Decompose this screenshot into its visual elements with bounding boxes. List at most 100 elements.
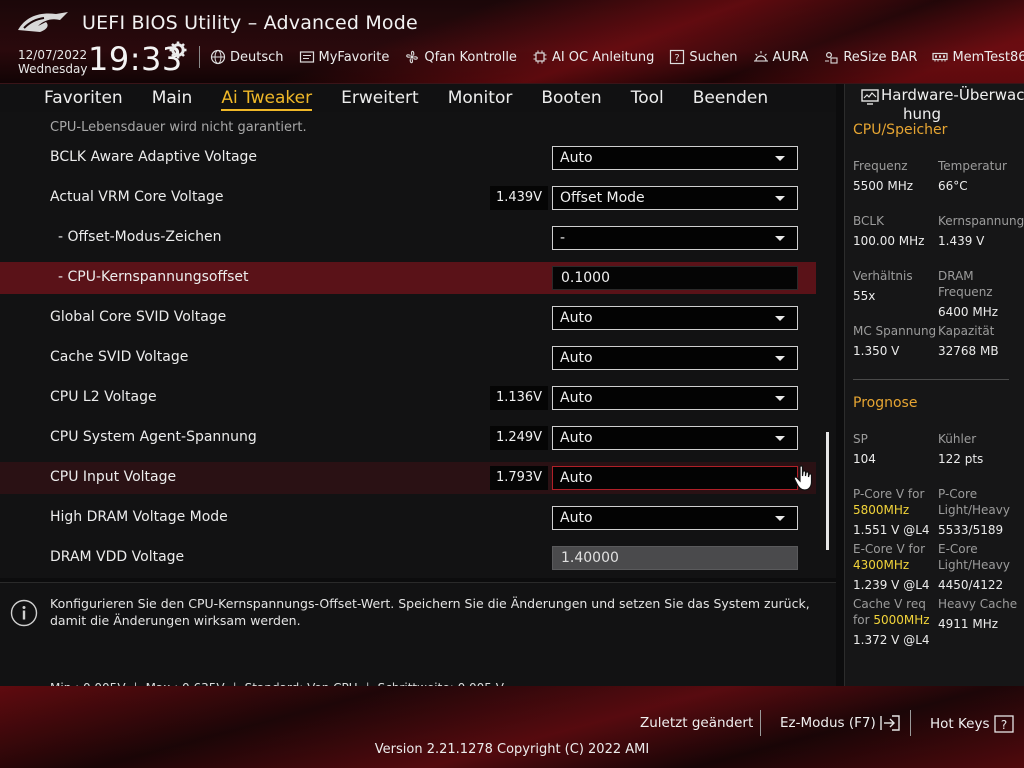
footer-separator xyxy=(760,710,761,736)
exit-arrow-icon xyxy=(880,715,900,731)
aura-icon xyxy=(753,51,768,62)
tab-monitor[interactable]: Monitor xyxy=(448,88,513,108)
tab-tool[interactable]: Tool xyxy=(631,88,664,108)
stat-value: 32768 MB xyxy=(938,344,999,358)
setting-label: Actual VRM Core Voltage xyxy=(50,189,224,205)
dropdown-cpu-l2-voltage[interactable]: Auto xyxy=(552,386,798,410)
stat-sp: SP 104 xyxy=(853,431,876,467)
setting-label: Cache SVID Voltage xyxy=(50,349,189,365)
dropdown-global-core-svid-voltage[interactable]: Auto xyxy=(552,306,798,330)
dropdown-value: Auto xyxy=(560,470,593,486)
tool-myfavorite[interactable]: MyFavorite xyxy=(299,49,389,65)
gear-icon[interactable] xyxy=(169,41,187,59)
tool-language-label: Deutsch xyxy=(230,49,284,65)
tab-erweitert[interactable]: Erweitert xyxy=(341,88,419,108)
dropdown-actual-vrm-core-voltage[interactable]: Offset Mode xyxy=(552,186,798,210)
stat-value: 6400 MHz xyxy=(938,305,999,319)
dropdown-cache-svid-voltage[interactable]: Auto xyxy=(552,346,798,370)
tab-booten[interactable]: Booten xyxy=(541,88,601,108)
setting-row-cpu-input-voltage[interactable]: CPU Input Voltage 1.793V Auto xyxy=(0,462,816,494)
stat-label: DRAM xyxy=(938,269,974,283)
setting-row-dram-vdd-voltage[interactable]: DRAM VDD Voltage 1.40000 xyxy=(0,542,816,574)
input-dram-vdd-voltage[interactable]: 1.40000 xyxy=(552,546,798,570)
stat-highlight-frequency: 4300MHz xyxy=(853,558,910,572)
svg-text:?: ? xyxy=(675,53,680,64)
dropdown-arrow-icon xyxy=(775,516,785,521)
help-description: Konfigurieren Sie den CPU-Kernspannungs-… xyxy=(50,596,810,628)
monitor-title-text: Hardware-Überwac hung xyxy=(881,86,1024,124)
tool-aura[interactable]: AURA xyxy=(753,49,808,65)
setting-label: CPU System Agent-Spannung xyxy=(50,429,257,445)
voltage-readout: 1.793V xyxy=(490,466,548,490)
stat-label: Light/Heavy xyxy=(938,503,1010,517)
ez-mode-button[interactable]: Ez-Modus (F7) xyxy=(780,715,900,731)
tool-memtest[interactable]: MemTest86 xyxy=(932,49,1024,65)
tool-ai-oc[interactable]: AI OC Anleitung xyxy=(532,49,654,65)
stat-label: Frequenz xyxy=(938,285,993,299)
setting-row-actual-vrm-core-voltage[interactable]: Actual VRM Core Voltage 1.439V Offset Mo… xyxy=(0,182,816,214)
setting-row-offset-mode-sign[interactable]: - Offset-Modus-Zeichen - xyxy=(0,222,816,254)
dropdown-bclk-aware-adaptive-voltage[interactable]: Auto xyxy=(552,146,798,170)
dropdown-cpu-input-voltage[interactable]: Auto xyxy=(552,466,798,490)
setting-row-bclk-aware-adaptive-voltage[interactable]: BCLK Aware Adaptive Voltage Auto xyxy=(0,142,816,174)
stat-mc-voltage: MC Spannung 1.350 V xyxy=(853,323,936,359)
tab-ai-tweaker[interactable]: Ai Tweaker xyxy=(221,88,312,111)
settings-list: CPU-Lebensdauer wird nicht garantiert. B… xyxy=(0,112,836,578)
setting-label: BCLK Aware Adaptive Voltage xyxy=(50,149,258,165)
setting-row-cpu-system-agent-voltage[interactable]: CPU System Agent-Spannung 1.249V Auto xyxy=(0,422,816,454)
dropdown-value: Auto xyxy=(560,150,593,166)
setting-row-global-core-svid-voltage[interactable]: Global Core SVID Voltage Auto xyxy=(0,302,816,334)
footer-separator xyxy=(910,710,911,736)
tool-resize-bar[interactable]: ReSize BAR xyxy=(823,49,917,65)
stat-value: 5533/5189 xyxy=(938,523,1004,537)
setting-row-high-dram-voltage-mode[interactable]: High DRAM Voltage Mode Auto xyxy=(0,502,816,534)
setting-row-cache-svid-voltage[interactable]: Cache SVID Voltage Auto xyxy=(0,342,816,374)
favorite-icon xyxy=(299,51,314,63)
stat-value: 100.00 MHz xyxy=(853,234,925,248)
stat-cache-voltage: Cache V req for 5000MHz 1.372 V @L4 xyxy=(853,596,930,648)
svg-text:?: ? xyxy=(1000,718,1006,732)
dropdown-offset-mode-sign[interactable]: - xyxy=(552,226,798,250)
stat-label: Kapazität xyxy=(938,324,995,338)
stat-label: SP xyxy=(853,432,868,446)
tool-ai-oc-label: AI OC Anleitung xyxy=(551,49,655,65)
date-block: 12/07/2022 Wednesday xyxy=(18,48,87,76)
setting-label: - CPU-Kernspannungsoffset xyxy=(58,269,249,285)
tool-search[interactable]: ? Suchen xyxy=(669,49,738,65)
app-title: UEFI BIOS Utility – Advanced Mode xyxy=(82,12,418,34)
tool-qfan[interactable]: Qfan Kontrolle xyxy=(404,49,517,65)
dropdown-arrow-icon xyxy=(775,236,785,241)
setting-label: - Offset-Modus-Zeichen xyxy=(58,229,222,245)
tab-favoriten[interactable]: Favoriten xyxy=(44,88,123,108)
content-scrollbar[interactable] xyxy=(826,432,829,550)
date-text: 12/07/2022 xyxy=(18,48,88,62)
stat-label: MC Spannung xyxy=(853,324,937,338)
help-search-icon: ? xyxy=(670,49,685,65)
tab-main[interactable]: Main xyxy=(152,88,193,108)
tab-beenden[interactable]: Beenden xyxy=(693,88,768,108)
tool-language[interactable]: Deutsch xyxy=(210,49,284,65)
tool-resize-bar-label: ReSize BAR xyxy=(843,49,918,65)
stat-ecore-light-heavy: E-Core Light/Heavy 4450/4122 xyxy=(938,541,1010,593)
stat-value: 1.439 V xyxy=(938,234,985,248)
info-icon xyxy=(10,599,38,627)
dropdown-high-dram-voltage-mode[interactable]: Auto xyxy=(552,506,798,530)
input-cpu-core-voltage-offset[interactable]: 0.1000 xyxy=(552,266,798,290)
dropdown-arrow-icon xyxy=(775,196,785,201)
setting-row-cpu-l2-voltage[interactable]: CPU L2 Voltage 1.136V Auto xyxy=(0,382,816,414)
setting-row-cpu-core-voltage-offset[interactable]: - CPU-Kernspannungsoffset 0.1000 xyxy=(0,262,816,294)
last-changed-button[interactable]: Zuletzt geändert xyxy=(640,715,753,731)
dropdown-cpu-system-agent-voltage[interactable]: Auto xyxy=(552,426,798,450)
dropdown-arrow-icon xyxy=(775,316,785,321)
stat-label-line: for 5000MHz xyxy=(853,612,930,628)
monitor-title-line1: Hardware-Überwac xyxy=(881,86,1024,104)
stat-value: 1.372 V @L4 xyxy=(853,633,930,647)
hot-keys-button[interactable]: Hot Keys ? xyxy=(930,715,1014,733)
stat-value: 122 pts xyxy=(938,452,984,466)
stat-label: E-Core V for xyxy=(853,542,926,556)
stat-frequency: Frequenz 5500 MHz xyxy=(853,158,913,194)
stat-value: 1.350 V xyxy=(853,344,900,358)
hot-keys-label: Hot Keys xyxy=(930,716,990,732)
dropdown-arrow-icon xyxy=(775,396,785,401)
stat-value: 104 xyxy=(853,452,876,466)
